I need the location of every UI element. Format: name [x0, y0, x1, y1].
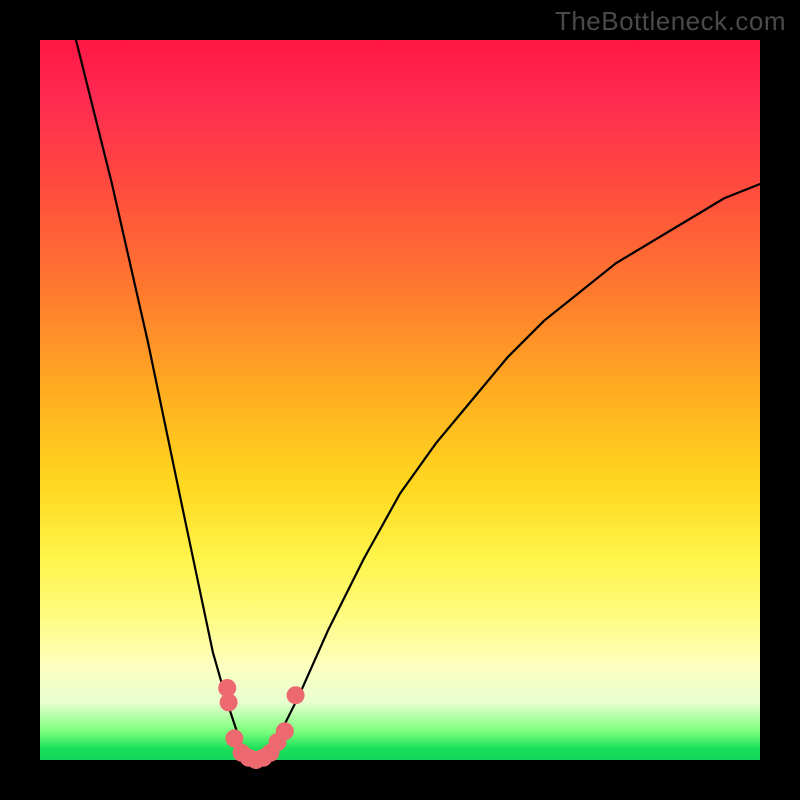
- valley-markers: [218, 679, 304, 769]
- bottleneck-curve: [76, 40, 760, 760]
- valley-marker: [287, 686, 305, 704]
- plot-area: [40, 40, 760, 760]
- valley-marker: [220, 693, 238, 711]
- chart-frame: TheBottleneck.com: [0, 0, 800, 800]
- watermark-text: TheBottleneck.com: [555, 6, 786, 37]
- valley-marker: [276, 722, 294, 740]
- curve-svg: [40, 40, 760, 760]
